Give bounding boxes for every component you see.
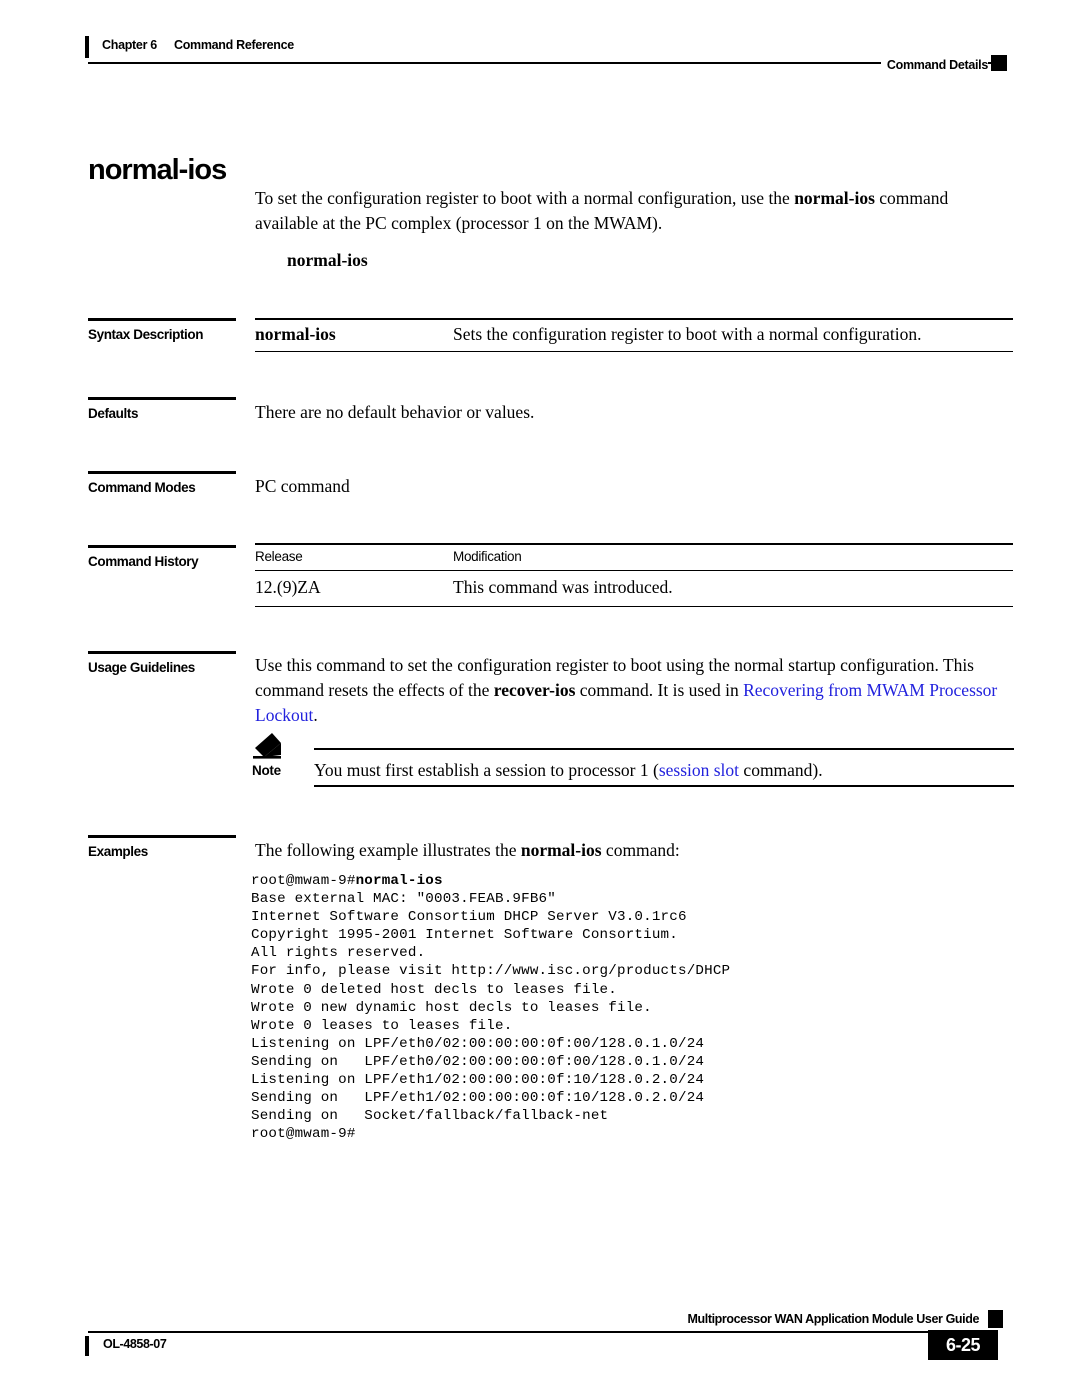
example-code-block: root@mwam-9#normal-ios Base external MAC… xyxy=(251,872,730,1143)
section-label-usage-guidelines: Usage Guidelines xyxy=(88,651,236,675)
syntax-command-name: normal-ios xyxy=(287,250,368,270)
link-session-slot[interactable]: session slot xyxy=(659,760,739,780)
footer-document-number: OL-4858-07 xyxy=(103,1337,167,1351)
defaults-text: There are no default behavior or values. xyxy=(255,402,535,422)
page-title: normal-ios xyxy=(88,154,227,187)
code-output: Base external MAC: "0003.FEAB.9FB6" Inte… xyxy=(251,891,731,1143)
examples-intro-part-1: The following example illustrates the xyxy=(255,840,521,860)
intro-text-part-1: To set the configuration register to boo… xyxy=(255,188,795,208)
column-header-release: Release xyxy=(255,543,453,571)
footer-square-marker-icon xyxy=(988,1310,1003,1328)
section-label-defaults: Defaults xyxy=(88,397,237,421)
note-rule-top xyxy=(314,748,1014,750)
note-label: Note xyxy=(252,763,281,778)
note-text-part-2: command). xyxy=(739,760,823,780)
header-chapter-title: Command Reference xyxy=(173,38,294,52)
note-text: You must first establish a session to pr… xyxy=(314,758,823,782)
header-square-marker-icon xyxy=(991,55,1007,71)
usage-text-part-3: . xyxy=(313,705,318,725)
footer-rule xyxy=(88,1331,993,1333)
header-chapter-number: Chapter 6 xyxy=(102,38,157,52)
column-header-modification: Modification xyxy=(453,543,1013,571)
intro-command-name: normal-ios xyxy=(794,188,875,208)
command-syntax-line: normal-ios xyxy=(255,250,1015,271)
header-chapter-breadcrumb: Chapter 6 Command Reference xyxy=(102,38,294,52)
code-typed-command: normal-ios xyxy=(355,873,443,889)
header-section-marker: Command Details xyxy=(880,58,988,72)
examples-intro-paragraph: The following example illustrates the no… xyxy=(255,838,1015,863)
section-label-syntax-description: Syntax Description xyxy=(88,318,237,342)
header-left-accent-bar xyxy=(85,36,89,58)
examples-intro-part-2: command: xyxy=(601,840,680,860)
code-prompt: root@mwam-9# xyxy=(251,873,356,889)
table-row: normal-ios Sets the configuration regist… xyxy=(255,318,1013,352)
examples-command-name: normal-ios xyxy=(520,840,602,860)
usage-text-part-2: command. It is used in xyxy=(575,680,744,700)
note-rule-bottom xyxy=(314,785,1014,787)
modification-value-cell: This command was introduced. xyxy=(453,570,1013,607)
command-modes-text: PC command xyxy=(255,476,350,496)
syntax-term-cell: normal-ios xyxy=(255,318,453,352)
table-row: 12.(9)ZA This command was introduced. xyxy=(255,570,1013,607)
command-history-table: Release Modification 12.(9)ZA This comma… xyxy=(255,543,1013,607)
usage-command-name: recover-ios xyxy=(493,680,576,700)
section-label-command-history: Command History xyxy=(88,545,237,569)
pencil-note-icon xyxy=(252,730,292,760)
usage-guidelines-paragraph: Use this command to set the configuratio… xyxy=(255,653,1015,728)
header-rule xyxy=(88,62,993,64)
page-header: Chapter 6 Command Reference Command Detai… xyxy=(0,0,1080,92)
command-intro-paragraph: To set the configuration register to boo… xyxy=(255,186,1015,236)
footer-page-number: 6-25 xyxy=(928,1330,998,1360)
syntax-description-table: normal-ios Sets the configuration regist… xyxy=(255,318,1013,352)
section-label-command-modes: Command Modes xyxy=(88,471,237,495)
table-header-row: Release Modification xyxy=(255,543,1013,571)
release-value-cell: 12.(9)ZA xyxy=(255,570,453,607)
section-label-examples: Examples xyxy=(88,835,236,859)
note-block: Note You must first establish a session … xyxy=(252,730,1014,790)
note-text-part-1: You must first establish a session to pr… xyxy=(314,760,659,780)
syntax-description-cell: Sets the configuration register to boot … xyxy=(453,318,1013,352)
footer-left-accent-bar xyxy=(85,1336,89,1356)
footer-guide-title: Multiprocessor WAN Application Module Us… xyxy=(687,1312,984,1326)
